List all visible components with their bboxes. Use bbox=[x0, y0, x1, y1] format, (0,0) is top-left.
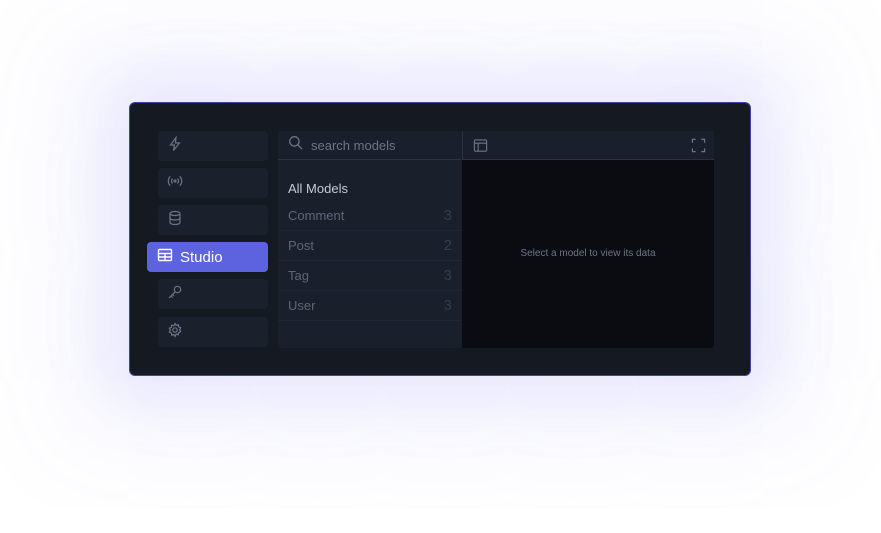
model-count: 3 bbox=[443, 267, 452, 284]
model-name: Comment bbox=[288, 208, 345, 223]
bolt-icon bbox=[167, 134, 183, 157]
model-count: 2 bbox=[443, 237, 452, 254]
empty-state-message: Select a model to view its data bbox=[520, 248, 656, 259]
nav-item-realtime[interactable] bbox=[158, 168, 268, 198]
all-models-label[interactable]: All Models bbox=[288, 181, 348, 196]
gear-icon bbox=[167, 321, 183, 343]
model-row-tag[interactable]: Tag 3 bbox=[278, 261, 462, 291]
viewer-toolbar bbox=[462, 131, 714, 160]
database-icon bbox=[167, 210, 183, 231]
model-count: 3 bbox=[443, 297, 452, 314]
nav-item-settings[interactable] bbox=[158, 317, 268, 347]
model-name: Tag bbox=[288, 268, 309, 283]
broadcast-icon bbox=[167, 173, 183, 194]
layout-icon[interactable] bbox=[473, 138, 488, 153]
search-input[interactable] bbox=[309, 136, 453, 154]
expand-icon[interactable] bbox=[691, 138, 706, 153]
model-row-post[interactable]: Post 2 bbox=[278, 231, 462, 261]
data-viewer: Select a model to view its data bbox=[462, 131, 714, 348]
models-panel: All Models Comment 3 Post 2 Tag 3 User 3 bbox=[278, 131, 462, 348]
nav-item-studio[interactable]: Studio bbox=[147, 242, 268, 272]
model-name: User bbox=[288, 298, 316, 313]
search-bar bbox=[278, 131, 461, 160]
studio-window: Studio All Models Comment 3 Post 2 Tag bbox=[129, 102, 751, 376]
model-row-user[interactable]: User 3 bbox=[278, 291, 462, 321]
search-icon bbox=[288, 135, 303, 155]
model-row-comment[interactable]: Comment 3 bbox=[278, 201, 462, 231]
nav-item-functions[interactable] bbox=[158, 131, 268, 161]
key-icon bbox=[167, 284, 183, 305]
nav-item-database[interactable] bbox=[158, 205, 268, 235]
nav-item-label: Studio bbox=[180, 248, 223, 266]
model-name: Post bbox=[288, 238, 315, 253]
model-count: 3 bbox=[443, 207, 452, 224]
table-icon bbox=[157, 247, 173, 268]
nav-item-keys[interactable] bbox=[158, 279, 268, 309]
